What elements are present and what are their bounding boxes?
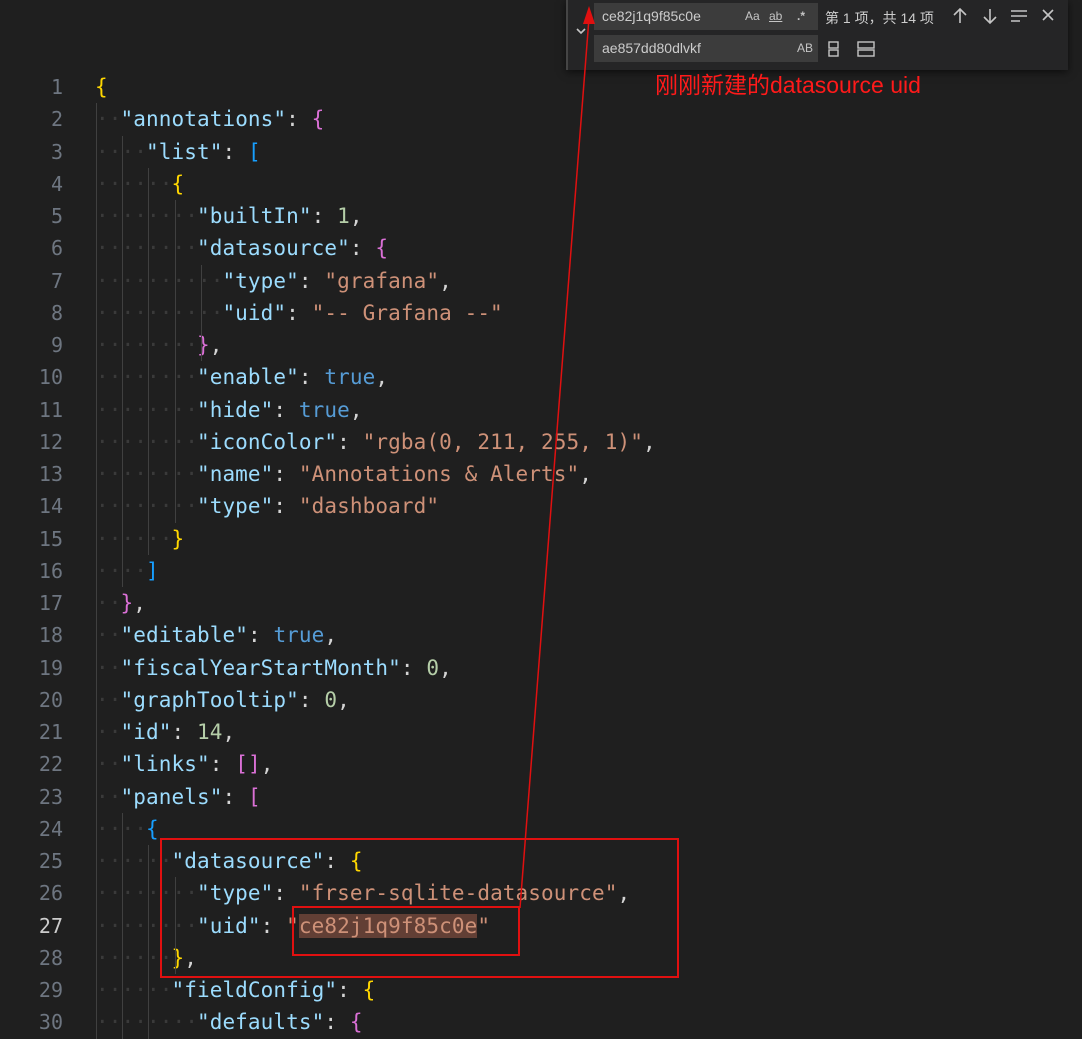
annotation-arrow [519, 6, 595, 909]
